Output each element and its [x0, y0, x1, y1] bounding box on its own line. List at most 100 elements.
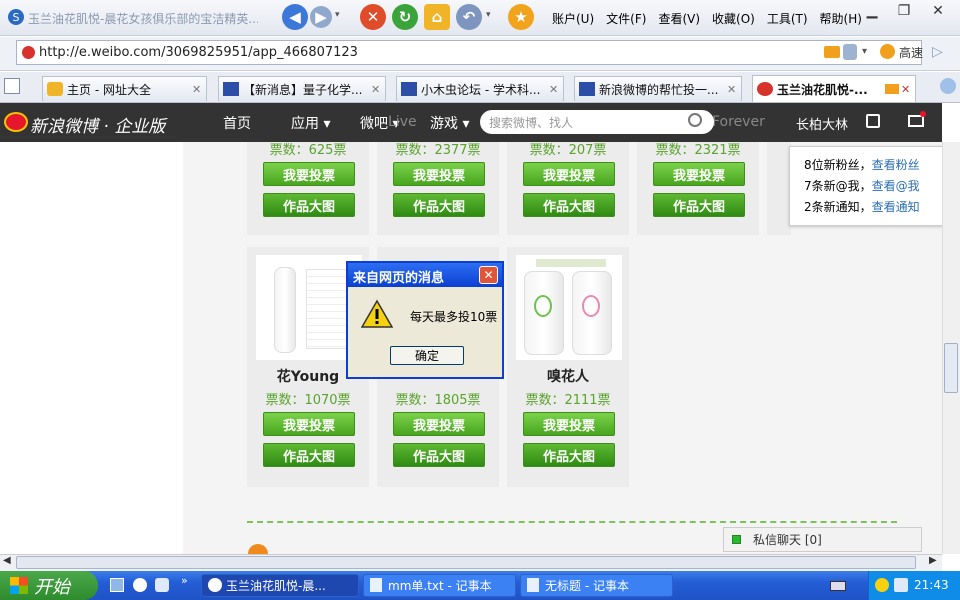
- view-large-button[interactable]: 作品大图: [263, 443, 355, 467]
- minimize-button[interactable]: ▁: [856, 0, 888, 22]
- tray-security-icon[interactable]: [875, 578, 889, 592]
- menu-favorites[interactable]: 收藏(O): [712, 10, 755, 27]
- weibo-logo[interactable]: 新浪微博 · 企业版: [30, 112, 165, 137]
- windows-logo-icon: [10, 577, 28, 594]
- private-chat-bar[interactable]: 私信聊天 [0]: [723, 527, 922, 552]
- speed-label[interactable]: 高速: [899, 44, 923, 61]
- vote-button[interactable]: 我要投票: [523, 162, 615, 186]
- view-large-button[interactable]: 作品大图: [523, 193, 615, 217]
- tab-olay-active[interactable]: 玉兰油花肌悦-... ✕: [752, 75, 916, 102]
- menu-tools[interactable]: 工具(T): [767, 10, 808, 27]
- notification-popup: 8位新粉丝，查看粉丝 7条新@我，查看@我 2条新通知，查看通知: [789, 146, 943, 226]
- close-window-button[interactable]: ✕: [922, 0, 954, 22]
- back-icon[interactable]: ◀: [282, 4, 308, 30]
- dialog-ok-button[interactable]: 确定: [390, 346, 464, 365]
- dialog-message: 每天最多投10票: [410, 310, 498, 324]
- notify-mentions: 7条新@我，查看@我: [804, 179, 920, 193]
- view-large-button[interactable]: 作品大图: [393, 443, 485, 467]
- nav-apps[interactable]: 应用 ▾: [291, 113, 330, 133]
- alert-dialog: 来自网页的消息 ✕ 每天最多投10票 确定: [346, 261, 504, 379]
- clock: 21:43: [914, 578, 949, 592]
- user-name[interactable]: 长柏大林: [796, 114, 848, 133]
- tab-close-icon[interactable]: ✕: [901, 83, 915, 96]
- entry-name: 嗅花人: [547, 369, 589, 385]
- nav-games[interactable]: 游戏 ▾: [430, 113, 469, 133]
- view-notices-link[interactable]: 查看通知: [872, 200, 920, 214]
- vote-button[interactable]: 我要投票: [263, 412, 355, 436]
- menu-bar: 账户(U) 文件(F) 查看(V) 收藏(O) 工具(T) 帮助(H): [552, 10, 862, 27]
- quicklaunch-desktop-icon[interactable]: [110, 578, 124, 592]
- vote-count: 票数：625票: [269, 143, 347, 158]
- scroll-left-icon[interactable]: ◀: [3, 555, 11, 566]
- favorites-star-icon[interactable]: ★: [508, 4, 534, 30]
- view-large-button[interactable]: 作品大图: [653, 193, 745, 217]
- tray-shield-icon[interactable]: [894, 578, 908, 592]
- dialog-close-button[interactable]: ✕: [479, 266, 498, 284]
- notepad-task-icon: [527, 578, 539, 592]
- menu-view[interactable]: 查看(V): [658, 10, 700, 27]
- task-notepad-untitled[interactable]: 无标题 - 记事本: [520, 574, 673, 597]
- tab-close-icon[interactable]: ✕: [371, 83, 385, 96]
- stop-icon[interactable]: ✕: [360, 4, 386, 30]
- keyboard-icon[interactable]: [830, 581, 846, 591]
- view-fans-link[interactable]: 查看粉丝: [872, 158, 920, 172]
- tab-close-icon[interactable]: ✕: [549, 83, 563, 96]
- horizontal-scroll-thumb[interactable]: [16, 556, 916, 569]
- browser-icon: S: [8, 9, 24, 25]
- go-icon[interactable]: ▷: [932, 44, 943, 60]
- address-input[interactable]: http://e.weibo.com/3069825951/app_466807…: [16, 40, 922, 65]
- vote-button[interactable]: 我要投票: [523, 412, 615, 436]
- tab-close-icon[interactable]: ✕: [727, 83, 741, 96]
- online-status-icon: [732, 535, 741, 544]
- quicklaunch-app-icon[interactable]: [155, 578, 169, 592]
- view-large-button[interactable]: 作品大图: [263, 193, 355, 217]
- forward-icon[interactable]: ▶: [310, 6, 332, 28]
- search-icon[interactable]: [688, 113, 702, 127]
- video-icon[interactable]: [824, 46, 840, 58]
- forward-dropdown-icon[interactable]: ▾: [335, 10, 340, 20]
- tab-home[interactable]: 主页 - 网址大全 ✕: [42, 76, 207, 101]
- tab-muchong[interactable]: 小木虫论坛 - 学术科... ✕: [396, 76, 564, 101]
- vote-button[interactable]: 我要投票: [263, 162, 355, 186]
- tab-close-icon[interactable]: ✕: [192, 83, 206, 96]
- vote-button[interactable]: 我要投票: [393, 162, 485, 186]
- task-browser[interactable]: 玉兰油花肌悦-晨...: [201, 574, 359, 597]
- site-favicon-icon: [22, 46, 35, 59]
- vote-count: 票数：1070票: [265, 393, 351, 408]
- view-large-button[interactable]: 作品大图: [393, 193, 485, 217]
- quicklaunch-more-icon[interactable]: »: [181, 574, 188, 587]
- chat-label: 私信聊天 [0]: [753, 533, 822, 547]
- quicklaunch-browser-icon[interactable]: [133, 578, 147, 592]
- address-dropdown-icon[interactable]: ▾: [862, 46, 867, 57]
- forum-tab-icon: [401, 82, 417, 96]
- tab-list-icon[interactable]: [4, 78, 20, 94]
- vertical-scroll-thumb[interactable]: [944, 343, 958, 393]
- entry-card: [767, 142, 791, 235]
- vote-button[interactable]: 我要投票: [653, 162, 745, 186]
- notepad-task-icon: [370, 578, 382, 592]
- browser-task-icon: [208, 578, 222, 592]
- menu-account[interactable]: 账户(U): [552, 10, 594, 27]
- nav-home[interactable]: 首页: [223, 113, 251, 133]
- undo-icon[interactable]: ↶: [456, 4, 482, 30]
- task-notepad-mm[interactable]: mm单.txt - 记事本: [363, 574, 516, 597]
- new-tab-icon[interactable]: [940, 78, 956, 94]
- vote-count: 票数：2111票: [525, 393, 611, 408]
- refresh-icon[interactable]: ↻: [392, 4, 418, 30]
- behind-text-live: Live: [388, 114, 417, 130]
- undo-dropdown-icon[interactable]: ▾: [486, 10, 491, 20]
- weibo-search-input[interactable]: 搜索微博、找人: [480, 110, 714, 134]
- home-icon[interactable]: ⌂: [424, 4, 450, 30]
- scroll-right-icon[interactable]: ▶: [929, 555, 937, 566]
- tab-weibo-help[interactable]: 新浪微博的帮忙投一... ✕: [574, 76, 742, 101]
- tab-news[interactable]: 【新消息】量子化学... ✕: [218, 76, 386, 101]
- restore-button[interactable]: ❐: [888, 0, 920, 22]
- view-large-button[interactable]: 作品大图: [523, 443, 615, 467]
- menu-file[interactable]: 文件(F): [606, 10, 646, 27]
- view-mentions-link[interactable]: 查看@我: [872, 179, 920, 193]
- product-image[interactable]: [516, 255, 622, 360]
- start-label: 开始: [34, 576, 70, 598]
- shield-icon[interactable]: [843, 44, 857, 60]
- vote-button[interactable]: 我要投票: [393, 412, 485, 436]
- compose-icon[interactable]: [866, 114, 880, 128]
